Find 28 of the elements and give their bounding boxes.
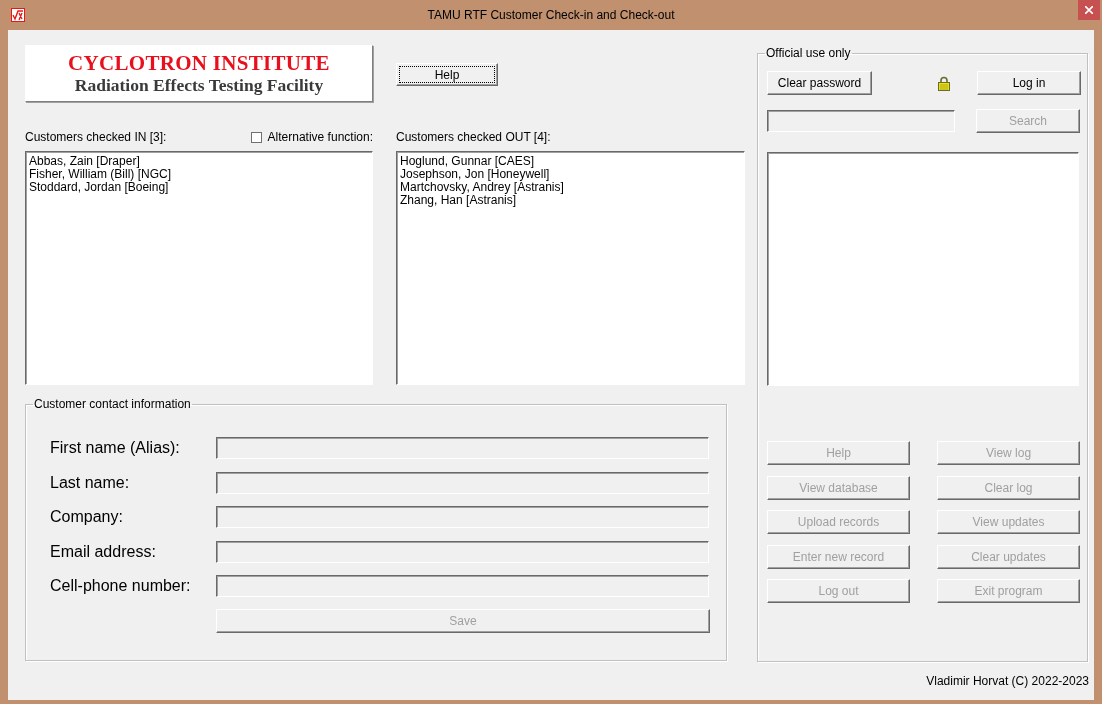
- window-title: TAMU RTF Customer Check-in and Check-out: [427, 8, 675, 22]
- close-icon: [1085, 6, 1093, 14]
- panel-title: Customer contact information: [33, 397, 192, 411]
- list-item[interactable]: Stoddard, Jordan [Boeing]: [29, 181, 169, 194]
- field-label: First name (Alias):: [50, 439, 181, 457]
- close-button[interactable]: [1078, 0, 1100, 20]
- list-item[interactable]: Hoglund, Gunnar [CAES]: [400, 155, 535, 168]
- field-label: Email address:: [50, 542, 157, 561]
- help-button[interactable]: Help: [396, 63, 498, 86]
- field-label: Company:: [50, 508, 124, 526]
- alternative-function-label: Alternative function:: [267, 130, 373, 144]
- logo-title: CYCLOTRON INSTITUTE: [68, 52, 330, 74]
- log-in-button[interactable]: Log in: [977, 71, 1081, 95]
- copyright-text: Vladimir Horvat (C) 2022-2023: [926, 674, 1089, 688]
- checked-in-label: Customers checked IN [3]:: [25, 130, 167, 144]
- list-item[interactable]: Zhang, Han [Astranis]: [400, 194, 517, 207]
- app-icon: [11, 8, 25, 22]
- list-item[interactable]: Martchovsky, Andrey [Astranis]: [400, 181, 564, 194]
- panel-title: Official use only: [765, 46, 852, 60]
- logo-subtitle: Radiation Effects Testing Facility: [74, 75, 324, 95]
- checked-out-label: Customers checked OUT [4]:: [396, 130, 551, 144]
- list-item[interactable]: Josephson, Jon [Honeywell]: [400, 168, 550, 181]
- list-item[interactable]: Fisher, William (Bill) [NGC]: [29, 168, 171, 181]
- list-item[interactable]: Abbas, Zain [Draper]: [29, 155, 140, 168]
- field-label: Last name:: [50, 473, 131, 492]
- alternative-function-checkbox[interactable]: [250, 131, 262, 143]
- field-label: Cell-phone number:: [50, 577, 192, 595]
- clear-password-button[interactable]: Clear password: [767, 71, 872, 95]
